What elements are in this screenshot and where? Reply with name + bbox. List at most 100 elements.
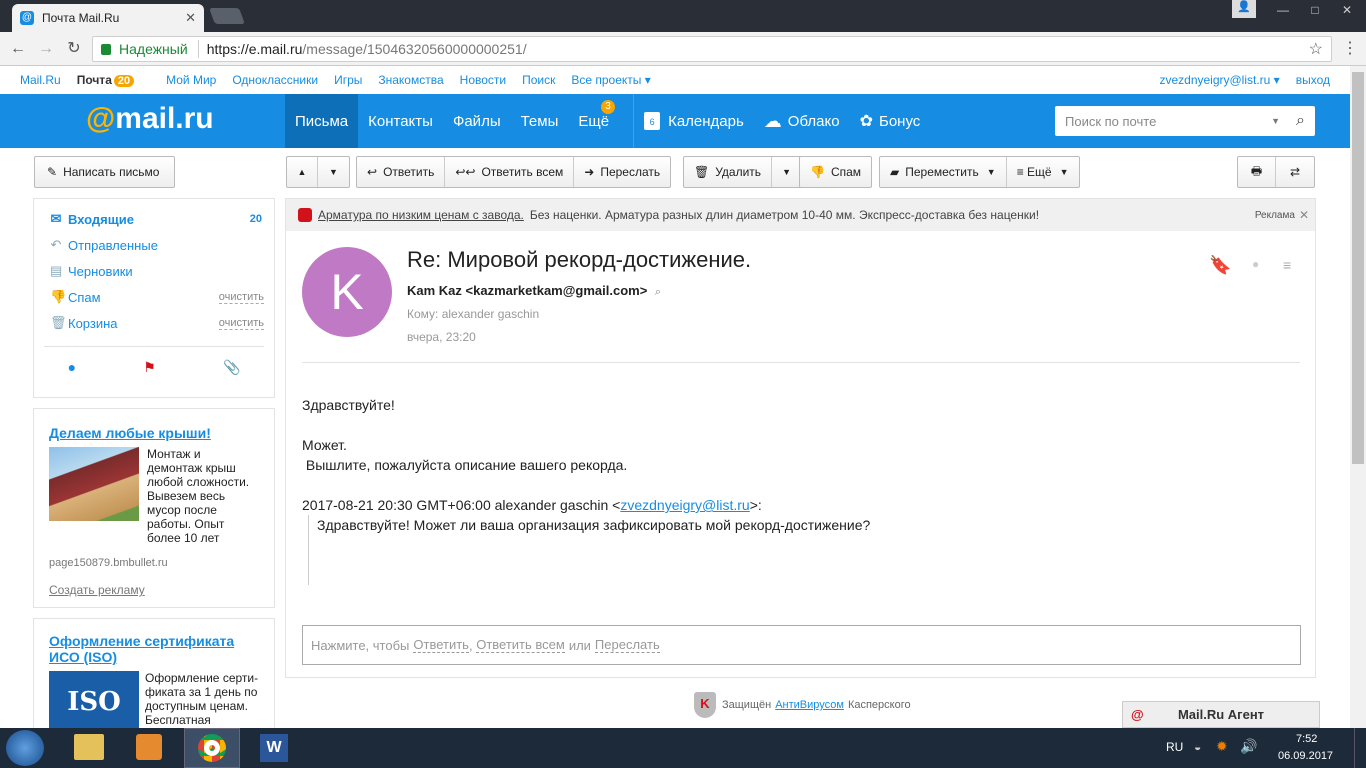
ad-title[interactable]: Делаем любые крыши! — [49, 425, 259, 441]
nav-more[interactable]: Ещё 3 — [568, 94, 619, 148]
mailru-logo[interactable]: @mail.ru — [86, 102, 214, 136]
page-scrollbar[interactable] — [1350, 66, 1366, 728]
volume-icon[interactable]: 🔊 — [1240, 738, 1257, 755]
quick-forward-link[interactable]: Переслать — [594, 637, 660, 653]
clock-time[interactable]: 7:52 — [1296, 733, 1317, 745]
scrollbar-thumb[interactable] — [1352, 72, 1364, 464]
word-icon[interactable]: W — [260, 734, 288, 762]
user-email-menu[interactable]: zvezdnyeigry@list.ru ▾ — [1159, 73, 1279, 87]
compose-button[interactable]: ✎ Написать письмо — [34, 156, 175, 188]
forward-icon: ➜ — [584, 165, 595, 179]
quick-reply-all-link[interactable]: Ответить всем — [476, 637, 565, 653]
nav-files[interactable]: Файлы — [443, 94, 511, 148]
new-tab-button[interactable] — [209, 8, 245, 24]
maximize-icon[interactable]: □ — [1300, 0, 1330, 20]
start-button[interactable] — [6, 730, 44, 766]
language-indicator[interactable]: RU — [1166, 740, 1183, 754]
portal-link-news[interactable]: Новости — [460, 73, 506, 87]
user-profile-icon[interactable]: 👤 — [1232, 0, 1256, 18]
portal-link-all-projects[interactable]: Все проекты ▾ — [571, 73, 650, 87]
nav-themes[interactable]: Темы — [511, 94, 569, 148]
message-subject: Re: Мировой рекорд-достижение. — [407, 247, 752, 272]
folder-list: ✉ Входящие 20 ↶ Отправленные ▤ Черновики… — [33, 198, 275, 398]
ad-title[interactable]: Оформление сертификата ИСО (ISO) — [49, 633, 259, 665]
flag-filter-icon[interactable]: ⚑ — [143, 359, 156, 376]
clock-date[interactable]: 06.09.2017 — [1278, 750, 1333, 762]
portal-link-search[interactable]: Поиск — [522, 73, 555, 87]
delete-dropdown-button[interactable]: ▼ — [772, 157, 801, 187]
bookmark-icon[interactable]: 🔖 — [1209, 255, 1231, 276]
quote-email-link[interactable]: zvezdnyeigry@list.ru — [620, 497, 749, 513]
house-image[interactable] — [49, 447, 139, 521]
ad-domain[interactable]: page150879.bmbullet.ru — [49, 557, 259, 569]
message-recipient: Кому: alexander gaschin — [407, 307, 540, 321]
portal-link-games[interactable]: Игры — [334, 73, 362, 87]
spam-button[interactable]: 👎 Спам — [799, 156, 873, 188]
chrome-taskbar-button[interactable] — [184, 728, 240, 768]
sent-icon: ↶ — [50, 237, 62, 252]
menu-icon[interactable]: ⋮ — [1340, 39, 1360, 59]
avast-icon[interactable]: ✹ — [1216, 738, 1228, 755]
more-button[interactable]: ≡ Ещё ▼ — [1007, 157, 1079, 187]
media-player-icon[interactable] — [136, 734, 162, 760]
portal-link-mailru[interactable]: Mail.Ru — [20, 73, 61, 87]
clear-trash-link[interactable]: очистить — [218, 317, 264, 330]
browser-tab[interactable]: @ Почта Mail.Ru ✕ — [12, 4, 204, 32]
clear-spam-link[interactable]: очистить — [218, 291, 264, 304]
search-icon[interactable]: ⌕ — [655, 286, 661, 298]
nav-letters[interactable]: Письма — [285, 94, 359, 148]
windows-taskbar: W RU ◒ ✹ 🔊 7:52 06.09.2017 — [0, 728, 1366, 768]
logout-link[interactable]: выход — [1296, 73, 1330, 87]
portal-link-ok[interactable]: Одноклассники — [232, 73, 318, 87]
forward-button[interactable]: ➜ Переслать — [574, 157, 670, 187]
quick-reply-box[interactable]: Нажмите, чтобы Ответить, Ответить всем и… — [302, 625, 1301, 665]
folder-spam[interactable]: 👎 Спам очистить — [34, 284, 274, 310]
portal-link-dating[interactable]: Знакомства — [378, 73, 443, 87]
attachment-filter-icon[interactable]: 📎 — [223, 359, 240, 376]
prev-message-button[interactable]: ▲ — [287, 157, 318, 187]
unread-filter-icon[interactable]: ● — [68, 359, 76, 376]
nav-cloud[interactable]: ☁ Облако — [754, 94, 850, 148]
delete-button[interactable]: 🗑 Удалить — [684, 157, 773, 187]
nav-contacts[interactable]: Контакты — [358, 94, 443, 148]
message-sender[interactable]: Kam Kaz <kazmarketkam@gmail.com> ⌕ — [407, 283, 661, 299]
create-ad-link[interactable]: Создать рекламу — [49, 583, 259, 597]
move-button[interactable]: ▰ Переместить ▼ — [880, 157, 1007, 187]
unread-dot-icon[interactable]: ● — [1252, 257, 1259, 271]
folder-inbox[interactable]: ✉ Входящие 20 — [34, 206, 274, 232]
search-icon[interactable]: ⌕ — [1296, 112, 1305, 130]
folder-sent[interactable]: ↶ Отправленные — [34, 232, 274, 258]
bookmark-star-icon[interactable]: ☆ — [1309, 39, 1323, 59]
next-message-button[interactable]: ▼ — [318, 157, 349, 187]
translate-button[interactable]: ⇄ — [1276, 157, 1314, 187]
tab-close-icon[interactable]: ✕ — [185, 10, 196, 26]
spam-part: 👎 Спам — [800, 157, 871, 187]
explorer-icon[interactable] — [74, 734, 104, 760]
folder-trash[interactable]: 🗑 Корзина очистить — [34, 310, 274, 336]
reload-icon[interactable]: ↻ — [64, 39, 84, 59]
quick-reply-link[interactable]: Ответить — [413, 637, 469, 653]
reply-button[interactable]: ↩ Ответить — [357, 157, 446, 187]
search-dropdown-icon[interactable]: ▼ — [1271, 116, 1280, 126]
mail-search-input[interactable]: Поиск по почте ▼ ⌕ — [1055, 106, 1315, 136]
antivirus-link[interactable]: АнтиВирусом — [775, 699, 844, 711]
close-window-icon[interactable]: ✕ — [1332, 0, 1362, 20]
portal-link-mail[interactable]: Почта 20 — [77, 73, 150, 87]
portal-link-mymir[interactable]: Мой Мир — [166, 73, 216, 87]
reply-all-button[interactable]: ↩↩ Ответить всем — [445, 157, 575, 187]
iso-logo-image[interactable]: ISO — [49, 671, 139, 733]
address-input[interactable]: Надежный https://e.mail.ru /message/1504… — [92, 36, 1332, 62]
network-icon[interactable]: ◒ — [1194, 740, 1201, 754]
nav-calendar[interactable]: 6 Календарь — [633, 94, 754, 148]
close-icon[interactable]: ✕ — [1299, 208, 1309, 222]
forward-icon[interactable]: → — [36, 39, 56, 59]
minimize-icon[interactable]: — — [1268, 0, 1298, 20]
nav-bonus[interactable]: ✿ Бонус — [850, 94, 931, 148]
promo-link[interactable]: Арматура по низким ценам с завода. — [318, 208, 524, 222]
show-desktop-button[interactable] — [1354, 728, 1366, 768]
message-menu-icon[interactable]: ≡ — [1283, 257, 1291, 273]
folder-drafts[interactable]: ▤ Черновики — [34, 258, 274, 284]
mailru-agent-button[interactable]: @ Mail.Ru Агент — [1122, 701, 1320, 728]
print-button[interactable]: 🖶 — [1238, 157, 1277, 187]
back-icon[interactable]: ← — [8, 39, 28, 59]
